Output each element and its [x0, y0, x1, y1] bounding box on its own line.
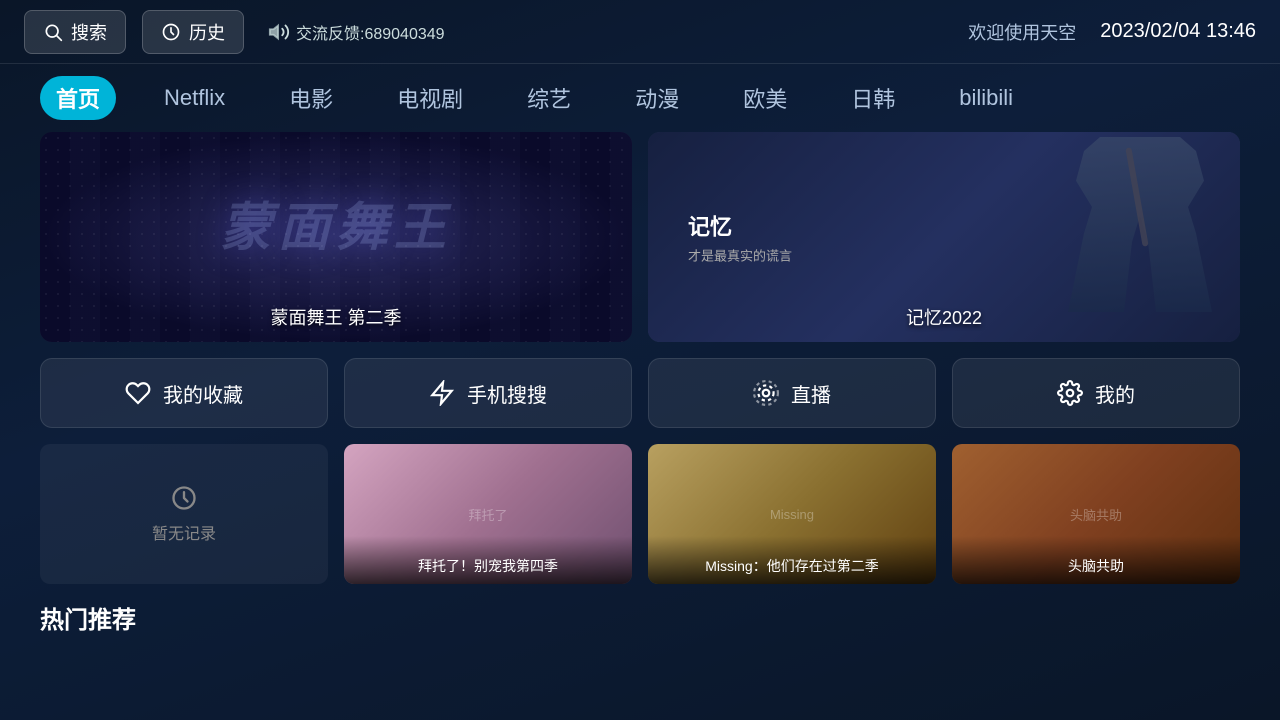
datetime-text: 2023/02/04 13:46 [1100, 20, 1256, 43]
recent-item-1[interactable]: 拜托了 拜托了！别宠我第四季 [344, 444, 632, 584]
recent-row: 暂无记录 拜托了 拜托了！别宠我第四季 Missing Missing：他们存在… [40, 444, 1240, 584]
gear-icon [1057, 380, 1083, 406]
hero-left-banner[interactable]: 蒙面舞王 蒙面舞王 第二季 [40, 132, 632, 342]
recent-item-1-label: 拜托了！别宠我第四季 [344, 536, 632, 584]
hero-right-subtitle: 记忆 才是最真实的谎言 [688, 210, 792, 265]
mine-button[interactable]: 我的 [952, 358, 1240, 428]
history-icon [161, 22, 181, 42]
mobile-search-label: 手机搜搜 [467, 379, 547, 408]
nav-item-movie[interactable]: 电影 [273, 76, 349, 120]
nav-item-bilibili[interactable]: bilibili [943, 79, 1029, 117]
favorites-label: 我的收藏 [163, 379, 243, 408]
mobile-search-button[interactable]: 手机搜搜 [344, 358, 632, 428]
navigation: 首页 Netflix 电影 电视剧 综艺 动漫 欧美 日韩 bilibili [0, 64, 1280, 132]
hot-section-title: 热门推荐 [40, 600, 1240, 635]
history-button[interactable]: 历史 [142, 10, 244, 54]
search-label: 搜索 [71, 19, 107, 45]
nav-item-anime[interactable]: 动漫 [619, 76, 695, 120]
search-icon [43, 22, 63, 42]
recent-item-3-label: 头脑共助 [952, 536, 1240, 584]
bolt-icon [429, 380, 455, 406]
action-row: 我的收藏 手机搜搜 直播 我的 [40, 358, 1240, 428]
nav-item-tv[interactable]: 电视剧 [381, 76, 479, 120]
nav-item-home[interactable]: 首页 [40, 76, 116, 120]
nav-item-variety[interactable]: 综艺 [511, 76, 587, 120]
search-button[interactable]: 搜索 [24, 10, 126, 54]
history-label: 历史 [189, 19, 225, 45]
recent-empty: 暂无记录 [40, 444, 328, 584]
hero-right-banner[interactable]: 记忆 才是最真实的谎言 记忆2022 [648, 132, 1240, 342]
thumb-3-placeholder: 头脑共助 [1062, 505, 1130, 524]
clock-icon [170, 484, 198, 512]
nav-item-netflix[interactable]: Netflix [148, 79, 241, 117]
recent-item-2[interactable]: Missing Missing：他们存在过第二季 [648, 444, 936, 584]
hero-row: 蒙面舞王 蒙面舞王 第二季 记忆 才是最真实的谎言 记 [40, 132, 1240, 342]
empty-label: 暂无记录 [152, 520, 216, 544]
volume-area: 交流反馈:689040349 [268, 20, 445, 44]
main-content: 蒙面舞王 蒙面舞王 第二季 记忆 才是最真实的谎言 记 [0, 132, 1280, 635]
volume-icon [268, 21, 290, 43]
hero-right-main-title: 记忆 [688, 210, 792, 242]
recent-item-3[interactable]: 头脑共助 头脑共助 [952, 444, 1240, 584]
mine-label: 我的 [1095, 379, 1135, 408]
favorites-button[interactable]: 我的收藏 [40, 358, 328, 428]
broadcast-icon [753, 380, 779, 406]
recent-item-2-label: Missing：他们存在过第二季 [648, 536, 936, 584]
hero-left-title: 蒙面舞王 第二季 [40, 304, 632, 330]
thumb-1-placeholder: 拜托了 [460, 505, 515, 524]
feedback-text: 交流反馈:689040349 [296, 20, 445, 44]
live-button[interactable]: 直播 [648, 358, 936, 428]
nav-item-western[interactable]: 欧美 [727, 76, 803, 120]
top-right: 欢迎使用天空 2023/02/04 13:46 [968, 19, 1256, 45]
heart-icon [125, 380, 151, 406]
welcome-text: 欢迎使用天空 [968, 19, 1076, 45]
live-label: 直播 [791, 379, 831, 408]
hero-right-title: 记忆2022 [648, 304, 1240, 330]
top-bar: 搜索 历史 交流反馈:689040349 欢迎使用天空 2023/02/04 1… [0, 0, 1280, 64]
nav-item-korean[interactable]: 日韩 [835, 76, 911, 120]
thumb-2-placeholder: Missing [762, 507, 822, 522]
hero-right-sub-title: 才是最真实的谎言 [688, 246, 792, 265]
